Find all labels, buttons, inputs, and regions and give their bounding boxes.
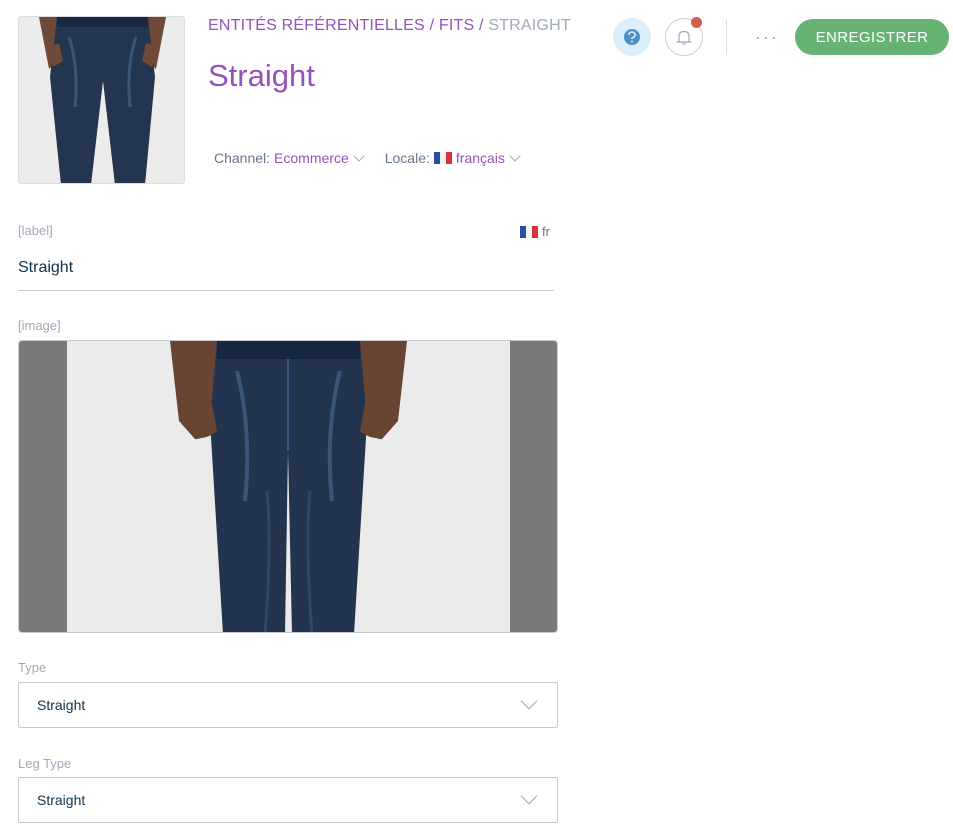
locale-label: Locale:	[384, 150, 430, 166]
help-button[interactable]	[613, 18, 651, 56]
leg-type-select[interactable]: Straight	[18, 777, 558, 823]
breadcrumb-item-fits[interactable]: Fits	[439, 17, 474, 34]
breadcrumb-separator: /	[429, 17, 435, 34]
image-field-preview[interactable]	[18, 340, 558, 633]
notifications-button[interactable]	[665, 17, 703, 56]
breadcrumb-item-entities[interactable]: Entités référentielles	[208, 17, 425, 34]
leg-type-field-label: Leg Type	[18, 756, 72, 771]
field-locale-indicator: fr	[520, 224, 550, 239]
help-icon	[624, 29, 640, 45]
bell-icon	[675, 30, 693, 45]
chevron-down-icon	[520, 787, 538, 805]
type-field-label: Type	[18, 660, 47, 675]
locale-value: français	[455, 150, 505, 166]
locale-switcher[interactable]: Locale: français	[384, 150, 521, 166]
field-locale-code: fr	[542, 224, 550, 239]
jeans-thumbnail-image	[19, 17, 184, 183]
chevron-down-icon	[509, 150, 521, 162]
french-flag-icon	[520, 225, 538, 238]
image-canvas	[67, 341, 510, 632]
notification-badge	[691, 17, 702, 28]
chevron-down-icon	[520, 692, 538, 710]
save-button[interactable]: Enregistrer	[794, 19, 949, 55]
label-input-underline	[18, 290, 554, 291]
image-field-label: [image]	[18, 318, 61, 333]
header-divider	[726, 19, 727, 55]
type-select[interactable]: Straight	[18, 682, 558, 728]
channel-value: Ecommerce	[274, 150, 349, 166]
channel-label: Channel:	[214, 150, 271, 166]
french-flag-icon	[433, 152, 452, 164]
label-input[interactable]: Straight	[18, 259, 73, 277]
header-actions: ··· Enregistrer	[613, 17, 949, 56]
label-field-label: [label]	[18, 223, 53, 238]
page-title: Straight	[208, 58, 315, 93]
leg-type-select-value: Straight	[37, 792, 86, 808]
context-switchers: Channel: Ecommerce Locale: français	[214, 150, 541, 166]
type-select-value: Straight	[37, 697, 86, 713]
breadcrumb: Entités référentielles / Fits / Straight	[208, 17, 571, 35]
jeans-image	[67, 341, 510, 632]
more-actions-button[interactable]: ···	[755, 28, 779, 46]
chevron-down-icon	[353, 150, 365, 162]
breadcrumb-separator: /	[479, 17, 484, 34]
breadcrumb-current: Straight	[488, 17, 571, 34]
record-thumbnail[interactable]	[18, 16, 185, 184]
channel-switcher[interactable]: Channel: Ecommerce	[214, 150, 365, 166]
